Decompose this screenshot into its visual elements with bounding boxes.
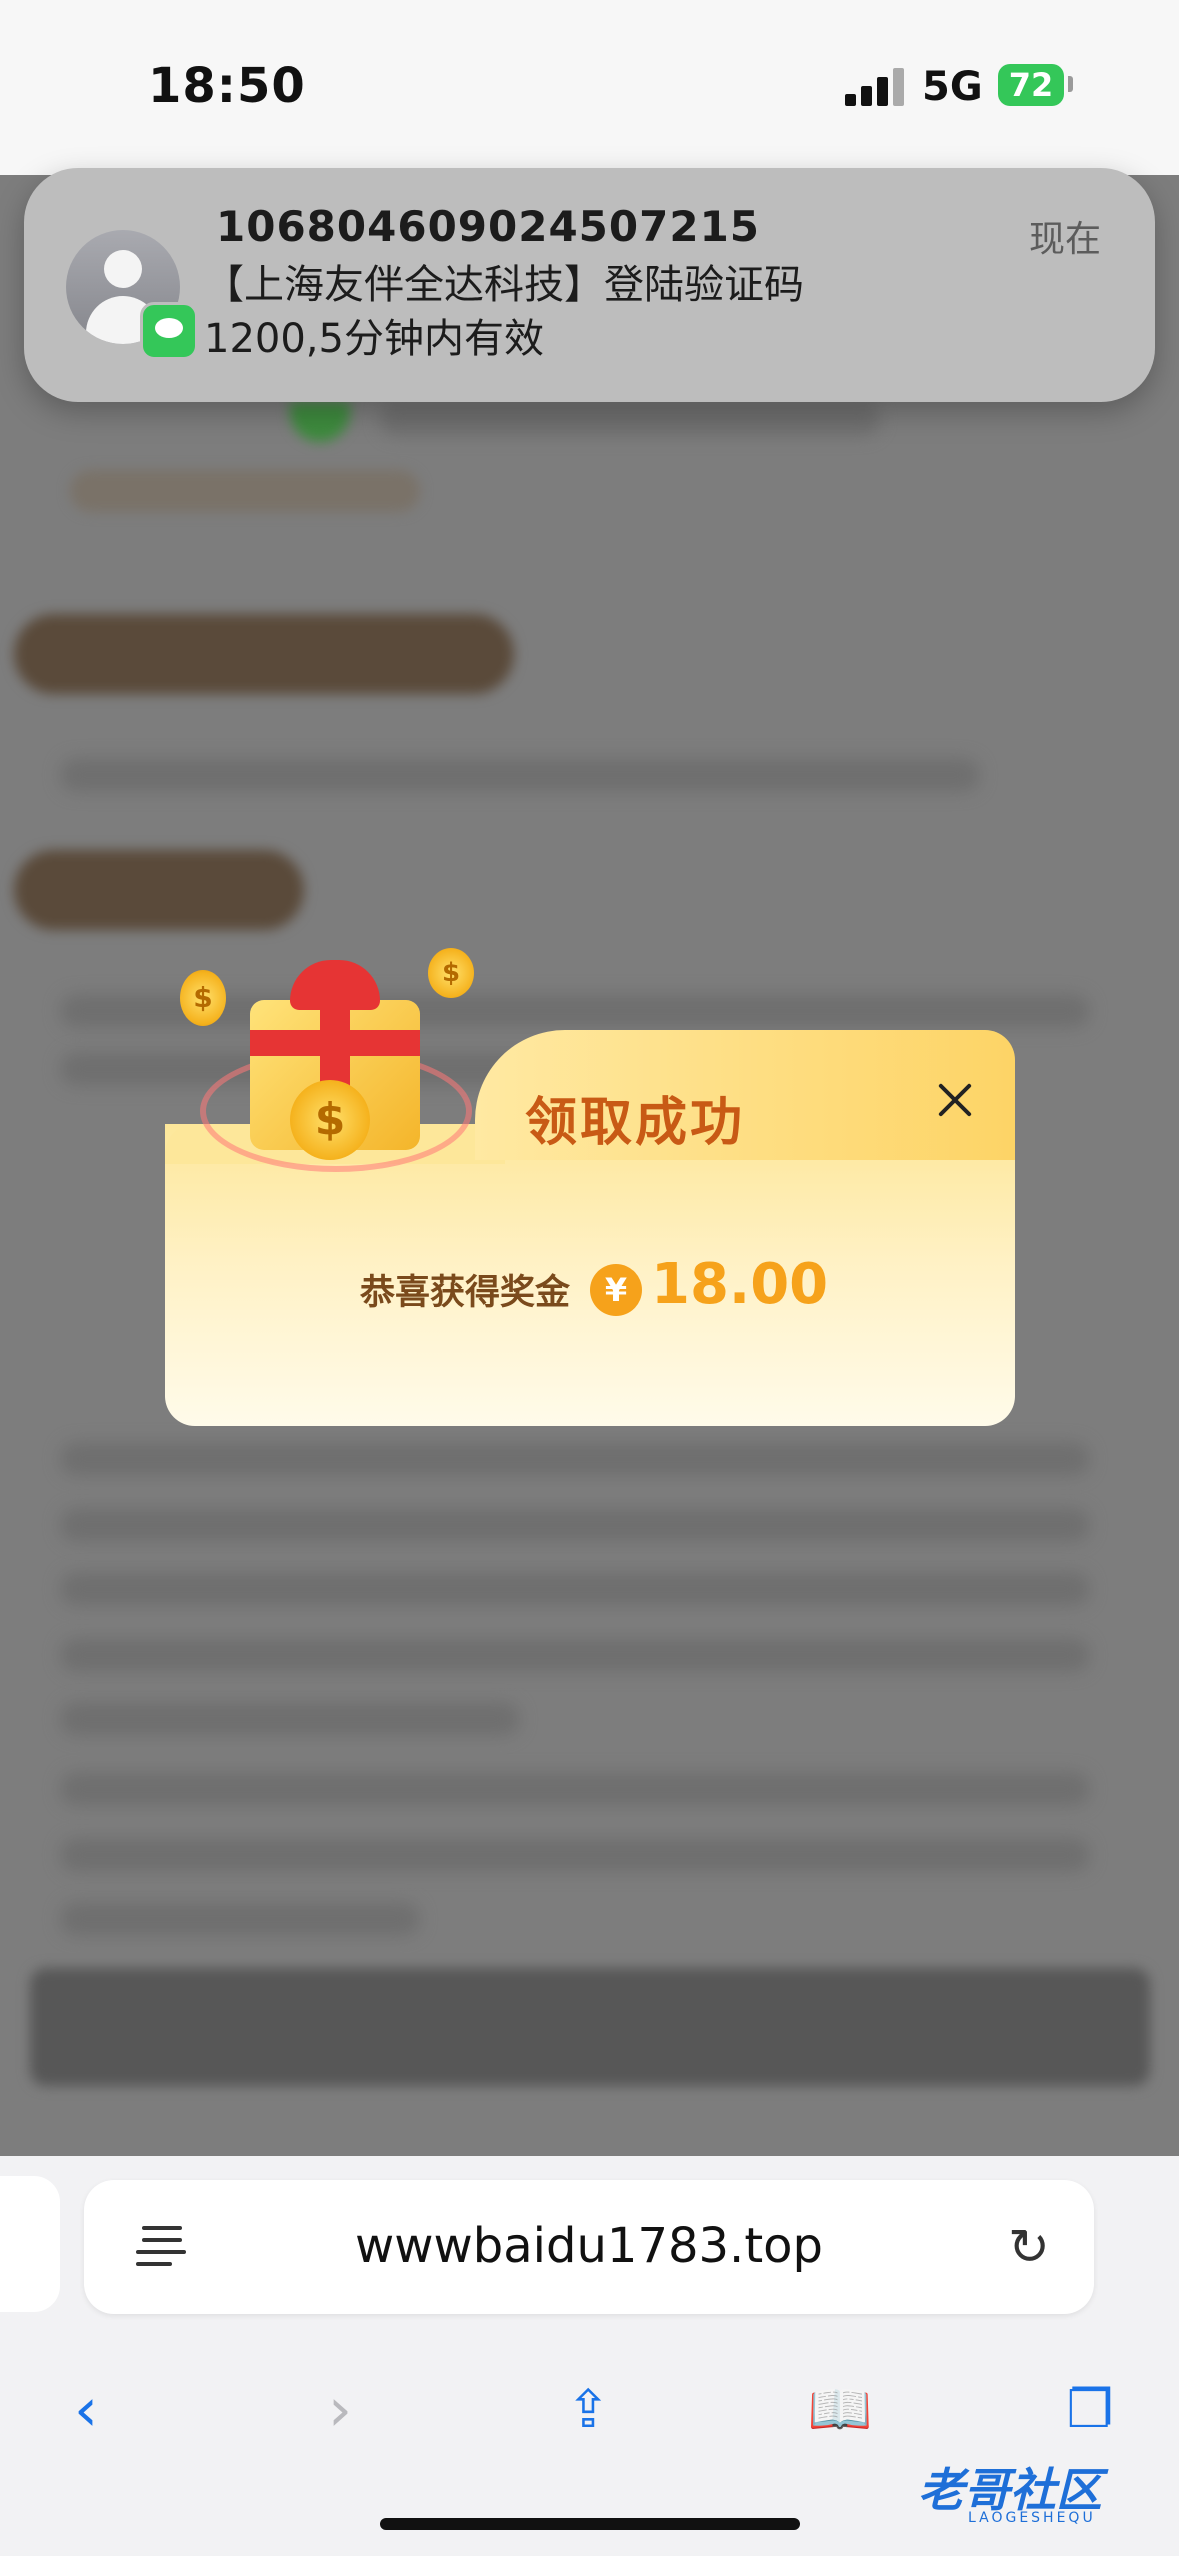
coin-icon: $ <box>180 970 226 1026</box>
share-icon[interactable]: ⇪ <box>548 2370 628 2450</box>
coin-icon: $ <box>290 1080 370 1160</box>
close-icon[interactable] <box>925 1070 985 1130</box>
prize-amount: 18.00 <box>651 1252 829 1317</box>
gift-box-icon: $ $ $ <box>180 940 480 1180</box>
notification-sender: 106804609024507215 <box>216 202 761 251</box>
bookmarks-icon[interactable]: 📖 <box>800 2370 880 2450</box>
notification-time: 现在 <box>1028 219 1101 260</box>
network-type: 5G <box>922 64 983 110</box>
coin-icon: $ <box>428 948 474 998</box>
watermark-subtext: LAOGESHEQU <box>968 2510 1096 2526</box>
home-indicator[interactable] <box>380 2518 800 2530</box>
clock: 18:50 <box>148 58 306 114</box>
battery-tip <box>1068 76 1073 92</box>
sms-notification[interactable]: 106804609024507215 现在 【上海友伴全达科技】登陆验证码 12… <box>24 168 1155 402</box>
status-bar: 18:50 5G 72 <box>0 0 1179 175</box>
yen-icon: ¥ <box>590 1264 642 1316</box>
signal-icon <box>845 66 905 106</box>
battery-icon: 72 <box>998 64 1064 106</box>
reload-icon[interactable]: ↻ <box>1004 2222 1054 2272</box>
back-icon[interactable]: ‹ <box>46 2370 126 2450</box>
previous-tab-pill[interactable] <box>0 2176 60 2312</box>
forward-icon[interactable]: › <box>300 2370 380 2450</box>
address-bar[interactable]: wwwbaidu1783.top ↻ <box>84 2180 1094 2314</box>
tabs-icon[interactable]: ❐ <box>1050 2370 1130 2450</box>
url-text: wwwbaidu1783.top <box>355 2218 823 2274</box>
prize-label: 恭喜获得奖金 <box>360 1273 571 1313</box>
notification-body: 【上海友伴全达科技】登陆验证码 1200,5分钟内有效 <box>204 262 804 362</box>
blur-element <box>290 402 350 442</box>
modal-title: 领取成功 <box>525 1093 746 1153</box>
messages-app-icon <box>140 302 198 360</box>
